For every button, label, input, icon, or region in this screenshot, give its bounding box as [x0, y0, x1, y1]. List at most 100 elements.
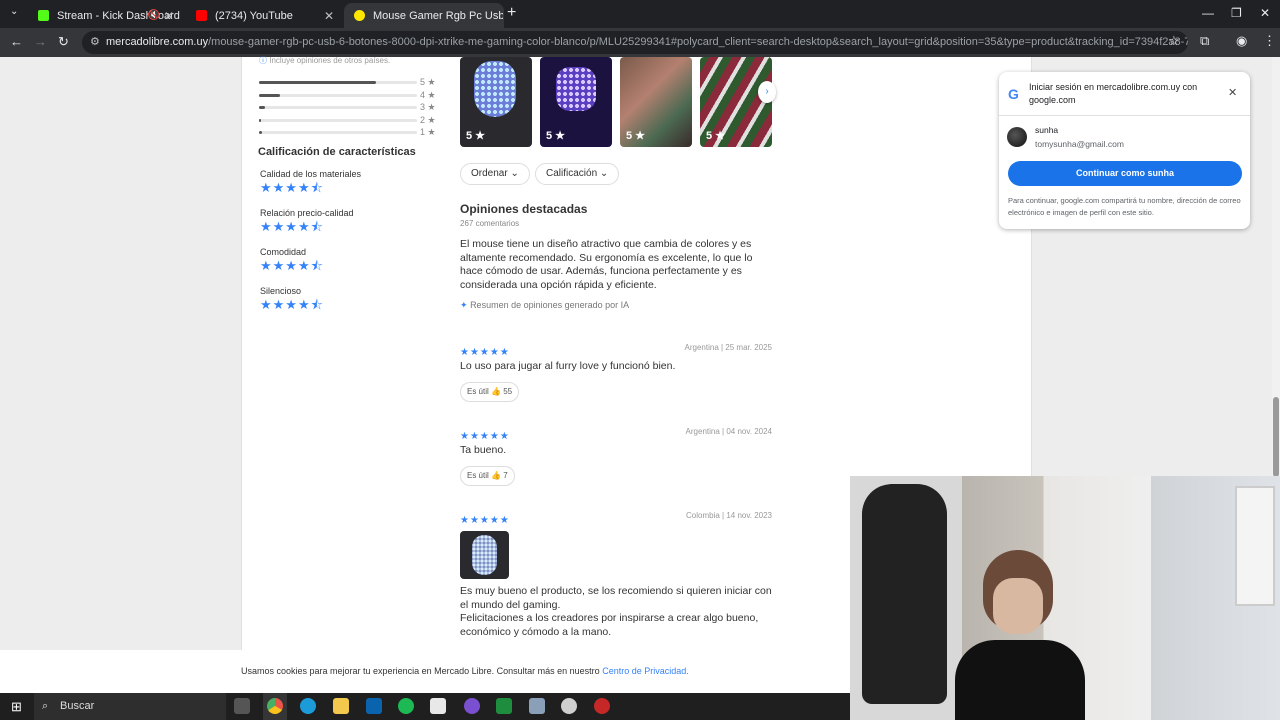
next-photos-button[interactable]: ›	[758, 81, 776, 103]
tab-kick[interactable]: Stream - Kick Dashboard 🔇 ✕	[28, 3, 182, 28]
restore-icon[interactable]: ❐	[1231, 6, 1242, 20]
useful-button[interactable]: Es útil 👍 55	[460, 382, 520, 402]
featured-title: Opiniones destacadas	[460, 202, 588, 216]
task-view-icon[interactable]	[234, 698, 250, 714]
popup-title: Iniciar sesión en mercadolibre.com.uy co…	[1029, 82, 1198, 105]
review-text: Ta bueno.	[460, 444, 507, 456]
ai-summary: El mouse tiene un diseño atractivo que c…	[460, 238, 753, 291]
browser-toolbar: ← → ↻ ⚙ mercadolibre.com.uy/mouse-gamer-…	[0, 28, 1280, 57]
includes-note-text: Incluye opiniones de otros países.	[269, 56, 391, 65]
window-shape	[1235, 486, 1275, 606]
review-stars: ★★★★★	[460, 515, 510, 526]
rating-bar-label: 3 ★	[420, 102, 436, 112]
forward-icon[interactable]: →	[34, 34, 47, 49]
store-icon[interactable]	[430, 698, 446, 714]
continue-button[interactable]: Continuar como sunha	[1008, 161, 1242, 186]
back-icon[interactable]: ←	[10, 34, 23, 49]
file-explorer-icon[interactable]	[333, 698, 349, 714]
useful-label: Es útil	[467, 387, 489, 396]
close-tab-icon[interactable]: ✕	[164, 9, 174, 23]
browser-tab-strip: ⌄ Stream - Kick Dashboard 🔇 ✕ (2734) You…	[0, 0, 1280, 28]
close-tab-icon[interactable]: ✕	[324, 9, 334, 23]
app-icon[interactable]	[529, 698, 545, 714]
windows-taskbar: ⊞ ⌕ Buscar	[0, 693, 850, 720]
tab-search-icon[interactable]: ⌄	[10, 6, 18, 17]
settings-icon[interactable]	[561, 698, 577, 714]
cookie-banner: Usamos cookies para mejorar tu experienc…	[0, 650, 850, 693]
review-date: 25 mar. 2025	[725, 343, 772, 352]
review-photo-strip: 5 ★ 5 ★ 5 ★ 5 ★ ›	[460, 57, 776, 148]
cookie-text: Usamos cookies para mejorar tu experienc…	[241, 666, 600, 676]
account-row[interactable]: sunha tomysunha@gmail.com	[1007, 125, 1237, 153]
outlook-icon[interactable]	[366, 698, 382, 714]
tab-label: Mouse Gamer Rgb Pc Usb 6 Bo	[373, 9, 503, 22]
tab-youtube[interactable]: (2734) YouTube ✕	[186, 3, 342, 28]
rating-bar-fill	[259, 93, 280, 97]
bookmark-star-icon[interactable]: ☆	[1168, 33, 1180, 49]
menu-kebab-icon[interactable]: ⋮	[1263, 33, 1276, 49]
recorder-icon[interactable]	[594, 698, 610, 714]
profile-icon[interactable]: ◉	[1236, 33, 1247, 49]
comment-count: 267 comentarios	[460, 219, 520, 228]
person-figure	[955, 550, 1085, 720]
new-tab-icon[interactable]: +	[507, 4, 516, 22]
rating-filter-dropdown[interactable]: Calificación ⌄	[535, 163, 620, 185]
feature-name: Silencioso	[260, 286, 302, 296]
includes-note: ⓘ Incluye opiniones de otros países.	[259, 55, 390, 66]
photo-rating: 5 ★	[466, 130, 486, 142]
windows-start-icon[interactable]: ⊞	[11, 699, 22, 715]
close-window-icon[interactable]: ✕	[1260, 6, 1270, 20]
reload-icon[interactable]: ↻	[58, 34, 69, 50]
mute-icon[interactable]: 🔇	[148, 10, 160, 21]
photo-rating: 5 ★	[706, 130, 726, 142]
review-photo[interactable]: 5 ★	[620, 57, 692, 147]
review-meta: Argentina | 25 mar. 2025	[684, 343, 772, 352]
rating-bar-label: 5 ★	[420, 77, 436, 87]
address-bar[interactable]: ⚙ mercadolibre.com.uy/mouse-gamer-rgb-pc…	[82, 31, 1188, 54]
feature-item: Silencioso ★★★★⯪	[260, 286, 440, 325]
privacy-link[interactable]: Centro de Privacidad.	[602, 666, 689, 676]
review-photo[interactable]: 5 ★	[460, 57, 532, 147]
site-info-icon[interactable]: ⚙	[90, 31, 100, 54]
sort-label: Ordenar	[471, 168, 508, 179]
thumbs-up-icon: 👍	[491, 471, 501, 480]
review-country: Colombia	[686, 511, 720, 520]
rating-bar[interactable]	[259, 93, 417, 97]
taskbar-search[interactable]: ⌕ Buscar	[34, 693, 226, 720]
review-photo[interactable]: 5 ★	[700, 57, 772, 147]
avatar	[1007, 127, 1027, 147]
obs-icon[interactable]	[464, 698, 480, 714]
sparkle-icon: ✦	[460, 300, 468, 310]
review-photo[interactable]	[460, 531, 509, 579]
sheets-icon[interactable]	[496, 698, 512, 714]
tab-mercadolibre-active[interactable]: Mouse Gamer Rgb Pc Usb 6 Bo	[344, 3, 504, 28]
review-text: Lo uso para jugar al furry love y funcio…	[460, 360, 676, 372]
mercadolibre-favicon-icon	[354, 10, 365, 21]
minimize-icon[interactable]: —	[1202, 6, 1214, 20]
spotify-icon[interactable]	[398, 698, 414, 714]
extensions-icon[interactable]: ⧉	[1200, 33, 1209, 49]
rating-bar-fill	[259, 106, 266, 109]
rating-bar[interactable]	[259, 131, 417, 134]
kick-favicon-icon	[38, 10, 49, 21]
sort-dropdown[interactable]: Ordenar ⌄	[460, 163, 530, 185]
info-icon: ⓘ	[259, 56, 267, 65]
feature-stars: ★★★★⯪	[260, 180, 324, 195]
review-date: 04 nov. 2024	[726, 427, 772, 436]
rating-bar-label: 4 ★	[420, 89, 436, 100]
active-app-indicator	[263, 693, 287, 720]
close-popup-icon[interactable]: ✕	[1228, 86, 1237, 99]
useful-button[interactable]: Es útil 👍 7	[460, 466, 515, 486]
rating-bar[interactable]	[259, 106, 417, 109]
review-country: Argentina	[685, 427, 720, 436]
review-photo[interactable]: 5 ★	[540, 57, 612, 147]
scrollbar-thumb[interactable]	[1273, 397, 1279, 477]
google-logo-icon: G	[1008, 86, 1019, 102]
rating-bar[interactable]	[259, 81, 417, 84]
feature-name: Relación precio-calidad	[260, 208, 354, 218]
photo-rating: 5 ★	[546, 130, 566, 142]
feature-item: Comodidad ★★★★⯪	[260, 247, 440, 286]
taskbar-search-label: Buscar	[60, 700, 95, 712]
edge-icon[interactable]	[300, 698, 316, 714]
rating-bar[interactable]	[259, 118, 417, 122]
